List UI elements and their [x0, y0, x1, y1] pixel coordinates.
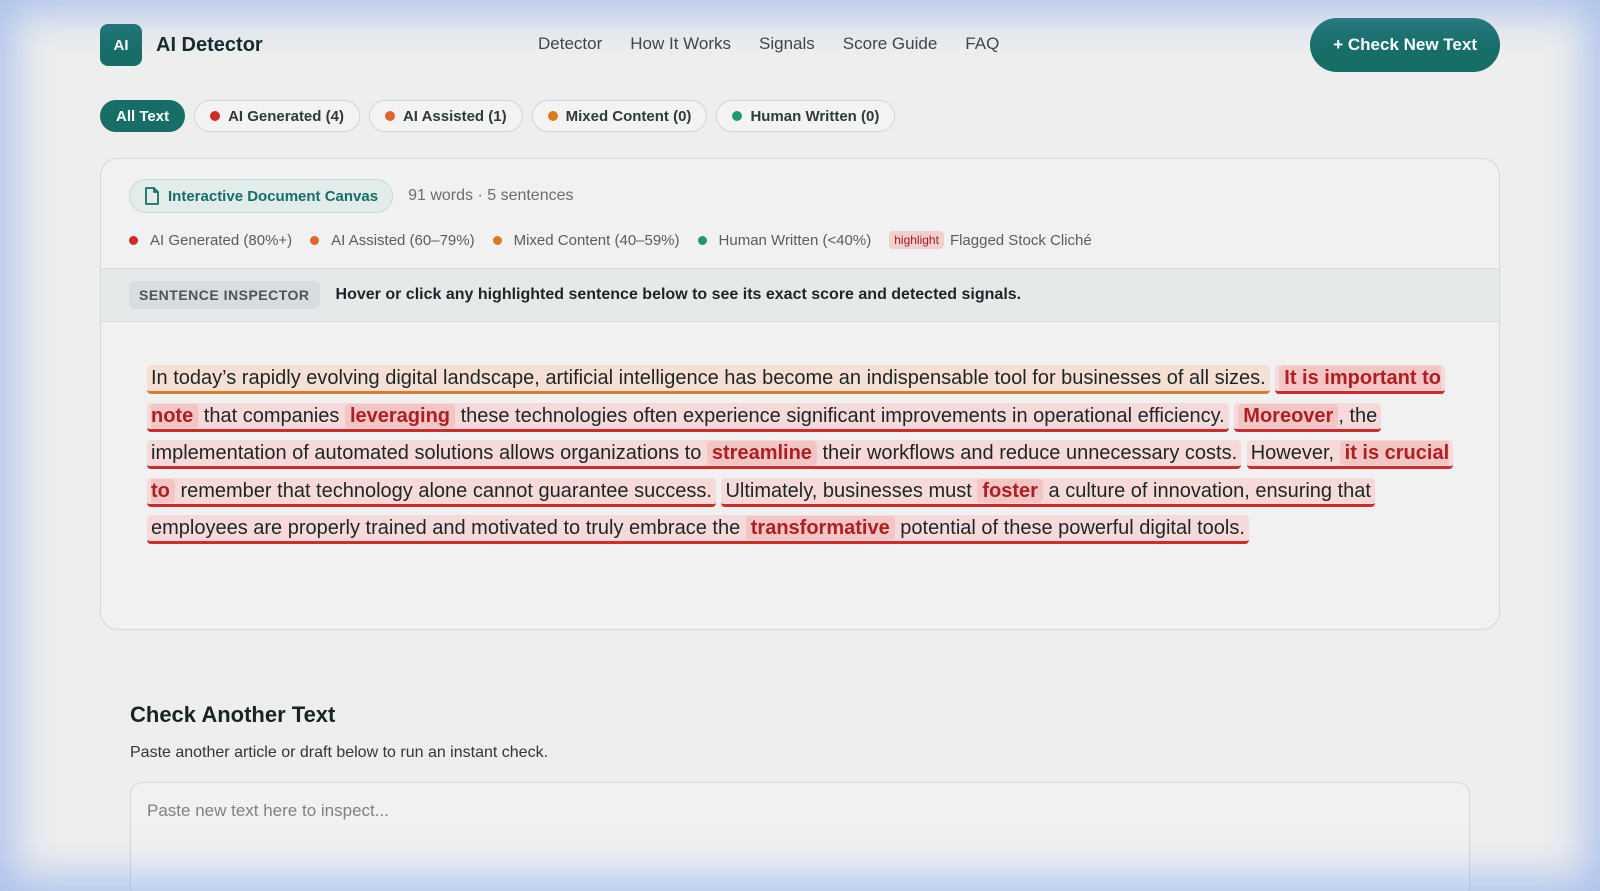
filter-tab-2[interactable]: AI Assisted (1) — [368, 100, 523, 132]
highlight-chip: highlight — [889, 231, 944, 249]
legend-label: AI Assisted (60–79%) — [331, 231, 475, 249]
document-text: In today’s rapidly evolving digital land… — [101, 322, 1499, 548]
nav-faq[interactable]: FAQ — [965, 34, 999, 54]
filter-tabs: All Text AI Generated (4) AI Assisted (1) M… — [100, 100, 896, 132]
inspector-hint: Hover or click any highlighted sentence … — [335, 286, 1022, 303]
legend-item: Mixed Content (40–59%) — [492, 231, 680, 249]
sentence-text: However, — [1250, 442, 1340, 464]
legend-label: AI Generated (80%+) — [150, 231, 293, 249]
top-header: AI AI Detector Detector How It Works Sig… — [100, 18, 1500, 72]
legend-dot-icon — [129, 235, 138, 245]
filter-tab-label: Human Written (0) — [750, 107, 880, 125]
sentence-text: In today’s rapidly evolving digital land… — [151, 367, 1266, 389]
check-new-text-button[interactable]: + Check New Text — [1310, 18, 1500, 72]
section-subtitle: Paste another article or draft below to … — [130, 744, 549, 761]
filter-tab-0[interactable]: All Text — [100, 100, 186, 132]
nav-score-guide[interactable]: Score Guide — [843, 34, 938, 54]
sentence-text: these technologies often experience sign… — [455, 404, 1225, 427]
sentence-inspector: SENTENCE INSPECTOR Hover or click any hi… — [101, 268, 1499, 322]
status-dot-icon — [384, 111, 395, 121]
status-dot-icon — [547, 111, 558, 121]
sentence-text: Ultimately, businesses must — [725, 479, 978, 502]
cliche-highlight: leveraging — [344, 403, 456, 428]
score-legend: AI Generated (80%+) AI Assisted (60–79%) M… — [129, 231, 1471, 249]
status-dot-icon — [732, 111, 743, 121]
cliche-highlight: Moreover — [1238, 403, 1339, 428]
logo[interactable]: AI AI Detector — [100, 24, 263, 66]
legend-dot-icon — [697, 235, 707, 245]
filter-tab-label: AI Generated (4) — [228, 107, 344, 125]
document-canvas: Interactive Document Canvas 91 words · 5… — [100, 158, 1500, 630]
sentence-text: their workflows and reduce unnecessary c… — [816, 442, 1238, 464]
sentence-text: that companies — [198, 404, 345, 427]
sentence-text: remember that technology alone cannot gu… — [174, 479, 712, 502]
cliche-highlight: foster — [977, 478, 1043, 503]
legend-dot-icon — [310, 235, 320, 245]
nav-detector[interactable]: Detector — [538, 34, 602, 54]
logo-mark-icon: AI — [100, 24, 142, 66]
cliche-highlight: streamline — [706, 441, 817, 465]
status-dot-icon — [210, 111, 221, 121]
nav-signals[interactable]: Signals — [759, 34, 815, 54]
new-text-input[interactable] — [130, 782, 1470, 891]
legend-label: Human Written (<40%) — [718, 231, 872, 249]
filter-tab-3[interactable]: Mixed Content (0) — [531, 100, 708, 132]
legend-item-cliche: highlight Flagged Stock Cliché — [889, 231, 1092, 249]
main-nav: Detector How It Works Signals Score Guid… — [538, 34, 999, 54]
legend-item: Human Written (<40%) — [697, 231, 872, 249]
filter-tab-4[interactable]: Human Written (0) — [716, 100, 896, 132]
document-badge-label: Interactive Document Canvas — [168, 187, 379, 205]
legend-item: AI Assisted (60–79%) — [310, 231, 475, 249]
legend-label: Mixed Content (40–59%) — [513, 231, 680, 249]
filter-tab-1[interactable]: AI Generated (4) — [194, 100, 360, 132]
document-icon — [145, 187, 159, 205]
nav-how-it-works[interactable]: How It Works — [630, 34, 731, 54]
filter-tab-label: Mixed Content (0) — [565, 107, 692, 125]
document-badge: Interactive Document Canvas — [129, 179, 394, 213]
filter-tab-label: AI Assisted (1) — [402, 107, 507, 125]
word-count: 91 words · 5 sentences — [408, 187, 574, 204]
legend-dot-icon — [492, 235, 502, 245]
highlighted-sentence[interactable]: In today’s rapidly evolving digital land… — [147, 365, 1270, 394]
app-name: AI Detector — [156, 33, 263, 56]
sentence-text: potential of these powerful digital tool… — [894, 517, 1245, 539]
cliche-highlight: transformative — [745, 516, 895, 540]
filter-tab-label: All Text — [116, 107, 170, 125]
legend-item: AI Generated (80%+) — [129, 232, 292, 249]
legend-label: Flagged Stock Cliché — [949, 231, 1092, 249]
inspector-tag: SENTENCE INSPECTOR — [129, 281, 320, 309]
section-title: Check Another Text — [130, 702, 336, 727]
check-another-section: Check Another Text Paste another article… — [130, 702, 1470, 891]
